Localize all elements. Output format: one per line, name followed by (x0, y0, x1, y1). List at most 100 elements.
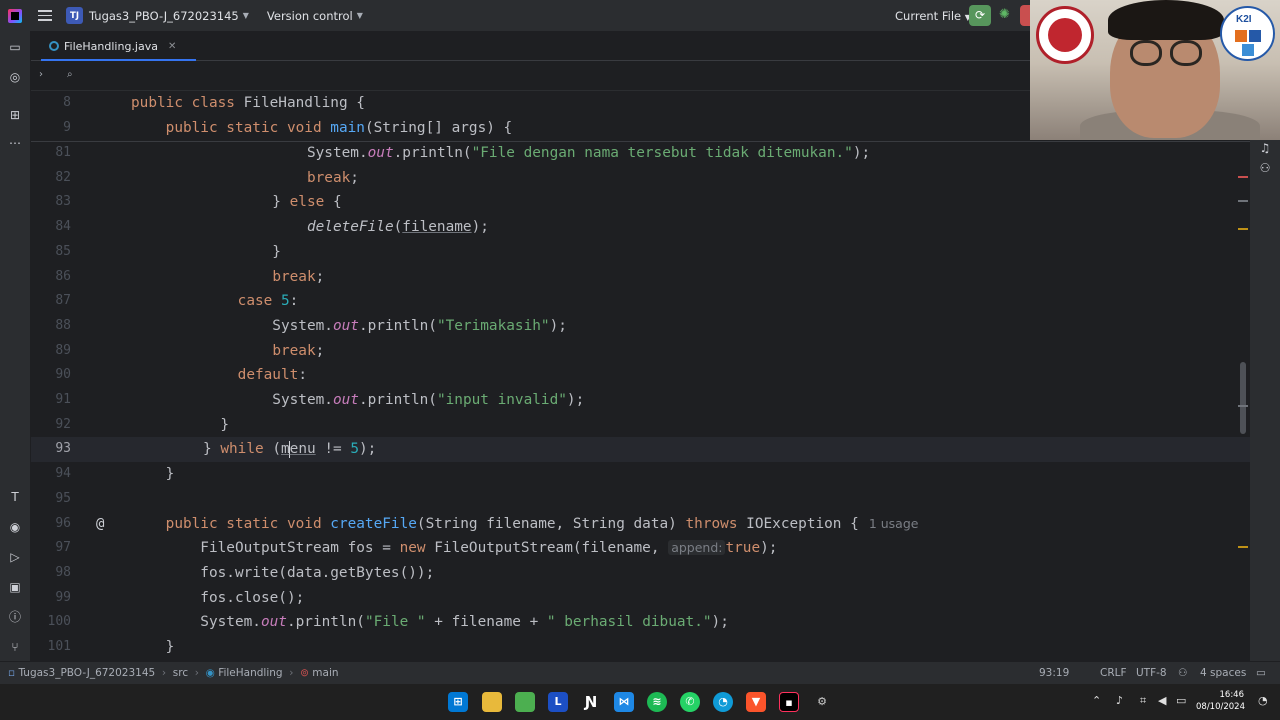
line-number[interactable]: 100 (31, 610, 71, 635)
readonly-lock-icon[interactable]: ⚇ (1178, 667, 1187, 679)
build-icon[interactable]: T (7, 489, 23, 505)
terminal-icon[interactable]: ▣ (7, 579, 23, 595)
chevron-down-icon[interactable]: ▼ (357, 11, 363, 20)
edge-icon[interactable]: ◔ (713, 692, 733, 712)
code-line[interactable]: 90 default: (31, 363, 1250, 388)
settings-gear-icon[interactable]: ⚙ (812, 692, 832, 712)
code-line[interactable]: 84 deleteFile(filename); (31, 215, 1250, 240)
notion-icon[interactable]: Ɲ (581, 692, 601, 712)
ai-assistant-icon[interactable]: ⚇ (1257, 160, 1273, 176)
network-icon[interactable]: ⌗ (1140, 694, 1146, 708)
search-icon[interactable]: ⌕ (67, 69, 73, 80)
line-number[interactable]: 9 (31, 116, 71, 141)
code-editor[interactable]: 8 public class FileHandling {9 public sta… (31, 91, 1250, 661)
problems-icon[interactable]: ⓘ (7, 609, 23, 625)
windows-start-icon[interactable]: ⊞ (448, 692, 468, 712)
code-line[interactable]: 81 System.out.println("File dengan nama … (31, 141, 1250, 166)
code-line[interactable]: 100 System.out.println("File " + filenam… (31, 610, 1250, 635)
intellij-taskbar-icon[interactable]: ▪ (779, 692, 799, 712)
code-line[interactable]: 97 FileOutputStream fos = new FileOutput… (31, 536, 1250, 561)
project-badge[interactable]: TJ (66, 7, 83, 24)
notifications-icon[interactable]: ♫ (1257, 140, 1273, 156)
code-line[interactable]: 95 (31, 487, 1250, 512)
run-button[interactable]: ⟳ (969, 5, 991, 26)
notification-bell-icon[interactable]: ◔ (1258, 694, 1268, 707)
volume-icon[interactable]: ◀ (1158, 694, 1166, 707)
line-number[interactable]: 101 (31, 635, 71, 660)
code-line[interactable]: 91 System.out.println("input invalid"); (31, 388, 1250, 413)
more-tools-icon[interactable]: ⋯ (7, 135, 23, 151)
line-number[interactable]: 94 (31, 462, 71, 487)
warning-stripe-mark[interactable] (1238, 546, 1248, 548)
chevron-right-icon[interactable]: › (39, 69, 43, 80)
error-stripe-mark[interactable] (1238, 176, 1248, 178)
file-explorer-icon[interactable] (482, 692, 502, 712)
system-clock[interactable]: 16:46 08/10/2024 (1196, 689, 1245, 713)
code-line[interactable]: 87 case 5: (31, 289, 1250, 314)
line-number[interactable]: 86 (31, 265, 71, 290)
code-line[interactable]: 85 } (31, 240, 1250, 265)
vertical-scrollbar[interactable] (1240, 362, 1246, 434)
breadcrumb-src[interactable]: src (173, 667, 188, 679)
brave-icon[interactable]: ▼ (746, 692, 766, 712)
line-number[interactable]: 90 (31, 363, 71, 388)
git-icon[interactable]: ⑂ (7, 639, 23, 655)
line-number[interactable]: 91 (31, 388, 71, 413)
microphone-icon[interactable]: ♪ (1116, 694, 1123, 707)
line-number[interactable]: 99 (31, 586, 71, 611)
whatsapp-icon[interactable]: ✆ (680, 692, 700, 712)
main-menu-icon[interactable] (38, 10, 52, 21)
line-number[interactable]: 93 (31, 437, 71, 462)
breadcrumb-class[interactable]: FileHandling (218, 667, 282, 679)
debug-icon[interactable]: ✺ (999, 7, 1010, 22)
close-icon[interactable]: ✕ (168, 41, 176, 52)
line-number[interactable]: 98 (31, 561, 71, 586)
line-number[interactable]: 84 (31, 215, 71, 240)
vscode-icon[interactable]: ⋈ (614, 692, 634, 712)
line-number[interactable]: 92 (31, 413, 71, 438)
file-encoding[interactable]: UTF-8 (1136, 667, 1167, 679)
battery-icon[interactable]: ▭ (1176, 694, 1186, 707)
code-line[interactable]: 82 break; (31, 166, 1250, 191)
line-number[interactable]: 81 (31, 141, 71, 166)
warning-stripe-mark[interactable] (1238, 228, 1248, 230)
line-number[interactable]: 88 (31, 314, 71, 339)
code-line[interactable]: 96 @ public static void createFile(String… (31, 512, 1250, 537)
breadcrumb-project[interactable]: Tugas3_PBO-J_672023145 (18, 667, 155, 679)
commit-icon[interactable]: ◎ (7, 69, 23, 85)
services-icon[interactable]: ◉ (7, 519, 23, 535)
stripe-mark[interactable] (1238, 405, 1248, 407)
line-number[interactable]: 96 (31, 512, 71, 537)
line-number[interactable]: 83 (31, 190, 71, 215)
app-green-icon[interactable] (515, 692, 535, 712)
code-line[interactable]: 88 System.out.println("Terimakasih"); (31, 314, 1250, 339)
line-number[interactable]: 85 (31, 240, 71, 265)
version-control-menu[interactable]: Version control (267, 9, 353, 23)
breadcrumb-method[interactable]: main (312, 667, 338, 679)
usage-hint[interactable]: 1 usage (869, 516, 919, 531)
code-line[interactable]: 94 } (31, 462, 1250, 487)
line-separator[interactable]: CRLF (1100, 667, 1127, 679)
tray-chevron-up-icon[interactable]: ⌃ (1092, 694, 1101, 707)
caret-position[interactable]: 93:19 (1039, 667, 1069, 679)
code-line[interactable]: 89 break; (31, 339, 1250, 364)
code-line[interactable]: 93} while (menu != 5); (31, 437, 1250, 463)
inspection-icon[interactable]: ▭ (1256, 667, 1266, 679)
line-number[interactable]: 82 (31, 166, 71, 191)
line-number[interactable]: 89 (31, 339, 71, 364)
structure-icon[interactable]: ⊞ (7, 107, 23, 123)
code-line[interactable]: 86 break; (31, 265, 1250, 290)
code-line[interactable]: 83 } else { (31, 190, 1250, 215)
code-line[interactable]: 101 } (31, 635, 1250, 660)
code-line[interactable]: 99 fos.close(); (31, 586, 1250, 611)
project-name[interactable]: Tugas3_PBO-J_672023145 (89, 9, 239, 23)
chevron-down-icon[interactable]: ▼ (243, 11, 249, 20)
line-number[interactable]: 8 (31, 91, 71, 116)
stripe-mark[interactable] (1238, 200, 1248, 202)
run-config-selector[interactable]: Current File ▼ (895, 9, 971, 23)
implementation-marker-icon[interactable]: @ (96, 512, 104, 537)
tab-filehandling[interactable]: FileHandling.java ✕ (41, 31, 197, 61)
project-folder-icon[interactable]: ▭ (7, 39, 23, 55)
run-tool-icon[interactable]: ▷ (7, 549, 23, 565)
line-number[interactable]: 97 (31, 536, 71, 561)
